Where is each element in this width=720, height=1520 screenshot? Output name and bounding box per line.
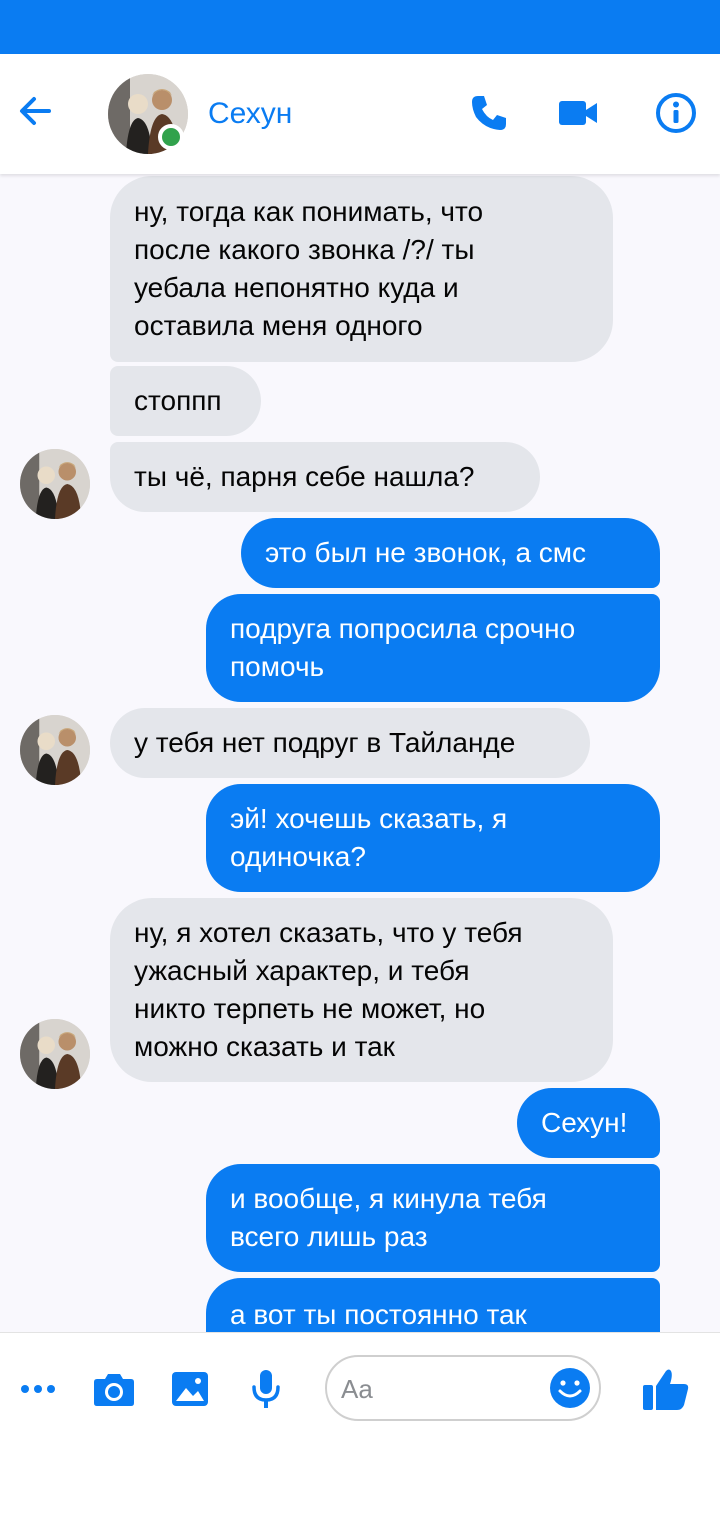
emoji-icon bbox=[550, 1368, 590, 1408]
message-line: уебала непонятно куда и bbox=[134, 272, 459, 303]
conversation-header: Сехун bbox=[0, 54, 720, 174]
like-thumb-icon bbox=[643, 1369, 689, 1410]
camera-button[interactable] bbox=[92, 1363, 136, 1415]
message-bubble-incoming[interactable]: ты чё, парня себе нашла? bbox=[110, 442, 540, 512]
message-bubble-outgoing[interactable]: подруга попросила срочно помочь bbox=[206, 594, 660, 702]
info-button[interactable] bbox=[654, 92, 698, 134]
status-bar bbox=[0, 0, 720, 54]
message-line: одиночка? bbox=[230, 841, 366, 872]
more-dots-icon bbox=[21, 1385, 55, 1393]
message-bubble-outgoing[interactable]: и вообще, я кинула тебя всего лишь раз bbox=[206, 1164, 660, 1272]
camera-icon bbox=[94, 1374, 134, 1406]
voice-call-button[interactable] bbox=[466, 92, 512, 134]
gallery-image-icon bbox=[172, 1372, 208, 1406]
back-button[interactable] bbox=[12, 88, 58, 134]
video-call-button[interactable] bbox=[556, 92, 600, 134]
message-line: оставила меня одного bbox=[134, 310, 423, 341]
emoji-button[interactable] bbox=[549, 1367, 591, 1409]
online-status-indicator bbox=[158, 124, 184, 150]
video-camera-icon bbox=[559, 101, 597, 125]
message-bubble-incoming[interactable]: стоппп bbox=[110, 366, 261, 436]
message-bubble-outgoing[interactable]: Сехун! bbox=[517, 1088, 660, 1158]
message-composer bbox=[0, 1332, 720, 1520]
message-line: это был не звонок, а смс bbox=[265, 537, 587, 568]
contact-name[interactable]: Сехун bbox=[208, 96, 292, 132]
message-bubble-outgoing[interactable]: а вот ты постоянно так bbox=[206, 1278, 660, 1332]
more-actions-button[interactable] bbox=[18, 1363, 58, 1415]
voice-message-button[interactable] bbox=[248, 1363, 284, 1415]
message-line: эй! хочешь сказать, я bbox=[230, 803, 508, 834]
message-line: и вообще, я кинула тебя bbox=[230, 1183, 547, 1214]
message-line: всего лишь раз bbox=[230, 1221, 428, 1252]
info-icon bbox=[656, 93, 696, 133]
message-bubble-incoming[interactable]: у тебя нет подруг в Тайланде bbox=[110, 708, 590, 778]
sender-avatar[interactable] bbox=[20, 449, 90, 519]
message-line: подруга попросила срочно bbox=[230, 613, 576, 644]
gallery-button[interactable] bbox=[170, 1363, 210, 1415]
phone-icon bbox=[472, 96, 506, 130]
message-bubble-outgoing[interactable]: эй! хочешь сказать, я одиночка? bbox=[206, 784, 660, 892]
message-input[interactable] bbox=[341, 1367, 551, 1411]
message-line: стоппп bbox=[134, 385, 222, 416]
message-line: Сехун! bbox=[541, 1107, 628, 1138]
message-line: никто терпеть не может, но bbox=[134, 993, 486, 1024]
message-bubble-incoming[interactable]: ну, тогда как понимать, что после какого… bbox=[110, 176, 613, 362]
message-thread[interactable]: ну, тогда как понимать, что после какого… bbox=[0, 174, 720, 1332]
message-line: ну, я хотел сказать, что у тебя bbox=[134, 917, 523, 948]
message-line: после какого звонка /?/ ты bbox=[134, 234, 475, 265]
message-bubble-outgoing[interactable]: это был не звонок, а смс bbox=[241, 518, 660, 588]
message-line: ты чё, парня себе нашла? bbox=[134, 461, 475, 492]
message-line: а вот ты постоянно так bbox=[230, 1299, 527, 1330]
microphone-icon bbox=[252, 1370, 280, 1408]
message-line: помочь bbox=[230, 651, 325, 682]
contact-avatar[interactable] bbox=[108, 74, 188, 154]
message-line: у тебя нет подруг в Тайланде bbox=[134, 727, 516, 758]
message-line: можно сказать и так bbox=[134, 1031, 395, 1062]
back-arrow-icon bbox=[20, 97, 51, 125]
message-bubble-incoming[interactable]: ну, я хотел сказать, что у тебя ужасный … bbox=[110, 898, 613, 1082]
message-line: ужасный характер, и тебя bbox=[134, 955, 470, 986]
message-input-container[interactable] bbox=[325, 1355, 601, 1421]
sender-avatar[interactable] bbox=[20, 1019, 90, 1089]
like-button[interactable] bbox=[640, 1363, 692, 1415]
sender-avatar[interactable] bbox=[20, 715, 90, 785]
message-line: ну, тогда как понимать, что bbox=[134, 196, 484, 227]
